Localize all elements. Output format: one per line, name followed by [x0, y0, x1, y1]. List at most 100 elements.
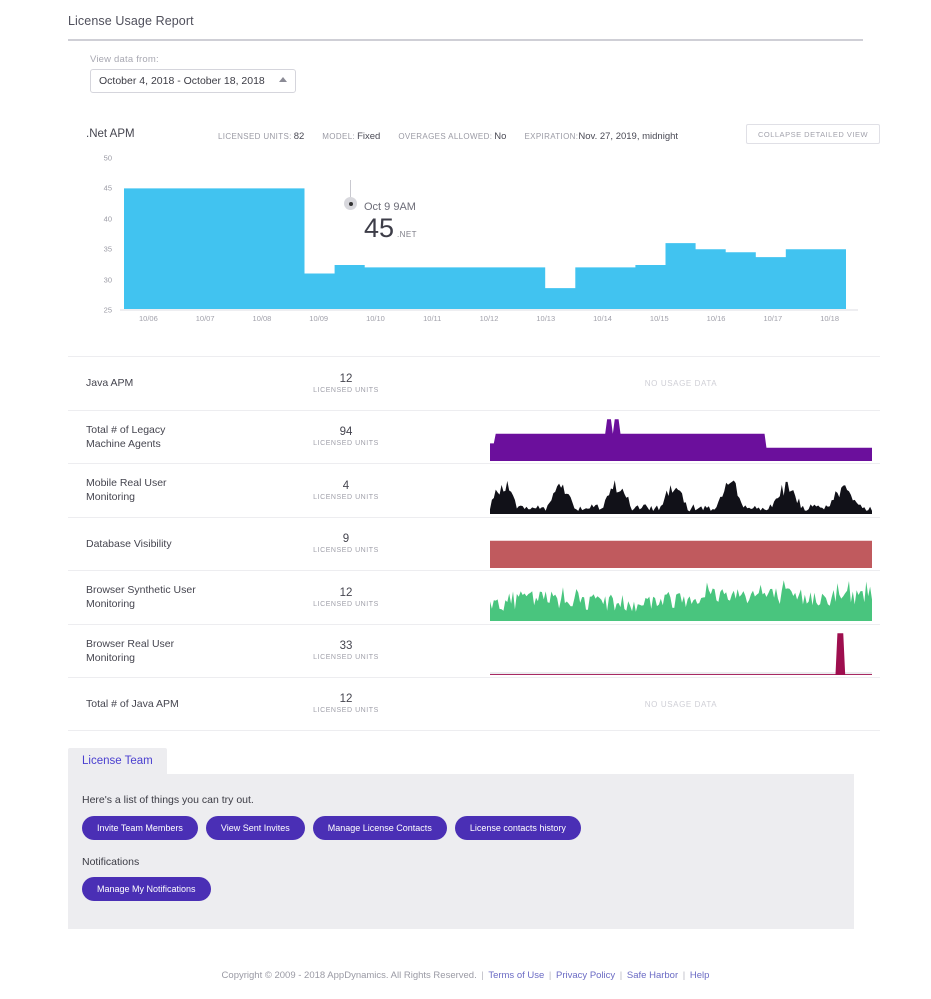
meta-licensed-units: LICENSED UNITS: 82 — [218, 131, 304, 142]
license-row-units-caption: LICENSED UNITS — [313, 386, 379, 394]
x-tick-10-09: 10/09 — [309, 314, 329, 323]
manage-license-contacts-button[interactable]: Manage License Contacts — [312, 816, 447, 840]
license-row-name: Total # of Legacy Machine Agents — [86, 423, 166, 450]
sparkline-series — [490, 580, 872, 621]
license-row-units-caption: LICENSED UNITS — [313, 547, 379, 555]
area-chart: 50 45 40 35 30 25 10/06 10/07 10/08 10/09 10/10 10… — [68, 154, 880, 340]
y-tick-25: 25 — [103, 305, 112, 315]
meta-model-value: Fixed — [357, 131, 381, 142]
chart-plot-area[interactable] — [120, 158, 858, 310]
license-row-name: Browser Real User Monitoring — [86, 637, 175, 664]
license-row-name: Mobile Real User Monitoring — [86, 477, 167, 504]
license-row-units: 12 LICENSED UNITS — [286, 693, 406, 714]
footer-link-safe-harbor[interactable]: Safe Harbor — [627, 970, 678, 981]
license-row[interactable]: Browser Synthetic User Monitoring 12 LICENS… — [68, 570, 880, 624]
chart-license-name: .Net APM — [86, 128, 135, 140]
x-tick-10-17: 10/17 — [763, 314, 783, 323]
page-title: License Usage Report — [68, 14, 194, 28]
license-row-units-caption: LICENSED UNITS — [313, 707, 379, 715]
area-series-dotnet-apm — [124, 188, 846, 310]
meta-expiration: EXPIRATION:Nov. 27, 2019, midnight — [524, 131, 678, 142]
footer-link-privacy-policy[interactable]: Privacy Policy — [556, 970, 615, 981]
chart-x-axis: 10/06 10/07 10/08 10/09 10/10 10/11 10/12 10/13… — [120, 314, 858, 334]
meta-model: MODEL: Fixed — [322, 131, 380, 142]
sparkline-series — [490, 632, 872, 675]
license-row-units: 12 LICENSED UNITS — [286, 373, 406, 394]
license-row-sparkline[interactable] — [490, 575, 872, 621]
sparkline-series — [490, 480, 872, 514]
meta-overages-value: No — [494, 131, 507, 142]
sparkline-svg — [490, 540, 872, 568]
license-row[interactable]: Total # of Legacy Machine Agents 94 LICENSE… — [68, 409, 880, 464]
x-tick-10-15: 10/15 — [649, 314, 669, 323]
page-header: License Usage Report — [68, 14, 863, 41]
notifications-label: Notifications — [82, 856, 140, 868]
footer-separator-1: | — [481, 970, 484, 981]
sparkline-svg — [490, 580, 872, 621]
tooltip-date: Oct 9 9AM — [364, 201, 416, 213]
tooltip-value: 45 — [364, 213, 395, 243]
license-row-name: Browser Synthetic User Monitoring — [86, 584, 196, 611]
license-row-name: Total # of Java APM — [86, 697, 179, 710]
sparkline-series — [490, 540, 872, 568]
license-row[interactable]: Mobile Real User Monitoring 4 LICENSED UNIT… — [68, 463, 880, 517]
detailed-chart-block: .Net APM LICENSED UNITS: 82 MODEL: Fixed O… — [68, 120, 880, 340]
meta-licensed-units-value: 82 — [293, 131, 305, 142]
collapse-detailed-view-button[interactable]: COLLAPSE DETAILED VIEW — [746, 124, 880, 144]
tab-license-team[interactable]: License Team — [68, 748, 167, 774]
license-row-sparkline[interactable] — [490, 522, 872, 568]
license-row[interactable]: Java APM 12 LICENSED UNITS NO USAGE DATA — [68, 356, 880, 410]
footer-link-help[interactable]: Help — [690, 970, 710, 981]
sparkline-svg — [490, 632, 872, 675]
footer-link-terms-of-use[interactable]: Terms of Use — [488, 970, 544, 981]
x-tick-10-16: 10/16 — [706, 314, 726, 323]
license-row-units: 33 LICENSED UNITS — [286, 640, 406, 661]
license-row-units: 9 LICENSED UNITS — [286, 533, 406, 554]
date-range-select[interactable]: October 4, 2018 - October 18, 2018 — [90, 69, 296, 93]
license-row-units-value: 12 — [339, 372, 353, 385]
license-row-sparkline[interactable] — [490, 415, 872, 461]
license-row-no-usage-data: NO USAGE DATA — [644, 700, 718, 710]
meta-overages: OVERAGES ALLOWED: No — [398, 131, 506, 142]
license-row-units: 4 LICENSED UNITS — [286, 480, 406, 501]
chart-meta-row: LICENSED UNITS: 82 MODEL: Fixed OVERAGES A… — [218, 131, 678, 142]
chart-tooltip: Oct 9 9AM 45 .NET — [364, 201, 417, 244]
license-row[interactable]: Total # of Java APM 12 LICENSED UNITS NO US… — [68, 677, 880, 731]
meta-expiration-key: EXPIRATION: — [524, 132, 579, 141]
sparkline-series — [490, 418, 872, 461]
license-row[interactable]: Database Visibility 9 LICENSED UNITS — [68, 516, 880, 571]
license-row[interactable]: Browser Real User Monitoring 33 LICENSED UN… — [68, 623, 880, 678]
license-row-units-caption: LICENSED UNITS — [313, 493, 379, 501]
y-tick-40: 40 — [103, 214, 112, 224]
view-sent-invites-button[interactable]: View Sent Invites — [205, 816, 305, 840]
license-contacts-history-button[interactable]: License contacts history — [454, 816, 581, 840]
license-row-sparkline[interactable] — [490, 629, 872, 675]
area-chart-svg — [124, 188, 846, 310]
y-tick-35: 35 — [103, 244, 112, 254]
meta-licensed-units-key: LICENSED UNITS: — [218, 132, 292, 141]
x-tick-10-07: 10/07 — [195, 314, 215, 323]
date-range-picker: View data from: October 4, 2018 - Octobe… — [90, 54, 296, 93]
invite-team-members-button[interactable]: Invite Team Members — [82, 816, 198, 840]
meta-model-key: MODEL: — [322, 132, 356, 141]
y-tick-30: 30 — [103, 275, 112, 285]
license-row-units-caption: LICENSED UNITS — [313, 654, 379, 662]
x-tick-10-10: 10/10 — [366, 314, 385, 323]
manage-my-notifications-button[interactable]: Manage My Notifications — [82, 877, 211, 901]
license-row-sparkline[interactable] — [490, 468, 872, 514]
license-usage-page: License Usage Report View data from: Oct… — [0, 0, 931, 999]
panel-intro-text: Here's a list of things you can try out. — [82, 794, 254, 806]
license-row-units-caption: LICENSED UNITS — [313, 440, 379, 448]
license-row-units-value: 94 — [339, 426, 353, 439]
license-team-section: License Team Here's a list of things you… — [68, 748, 854, 929]
x-tick-10-06: 10/06 — [138, 314, 158, 323]
license-row-no-usage-data: NO USAGE DATA — [644, 379, 718, 389]
license-team-panel: Here's a list of things you can try out.… — [68, 774, 854, 929]
license-row-units-value: 33 — [339, 640, 353, 653]
license-row-units-caption: LICENSED UNITS — [313, 600, 379, 608]
footer-separator-2: | — [548, 970, 552, 981]
x-tick-10-12: 10/12 — [479, 314, 499, 323]
meta-expiration-value: Nov. 27, 2019, midnight — [578, 131, 679, 142]
license-rows: Java APM 12 LICENSED UNITS NO USAGE DATA Tot… — [68, 356, 880, 731]
x-tick-10-14: 10/14 — [593, 314, 612, 323]
